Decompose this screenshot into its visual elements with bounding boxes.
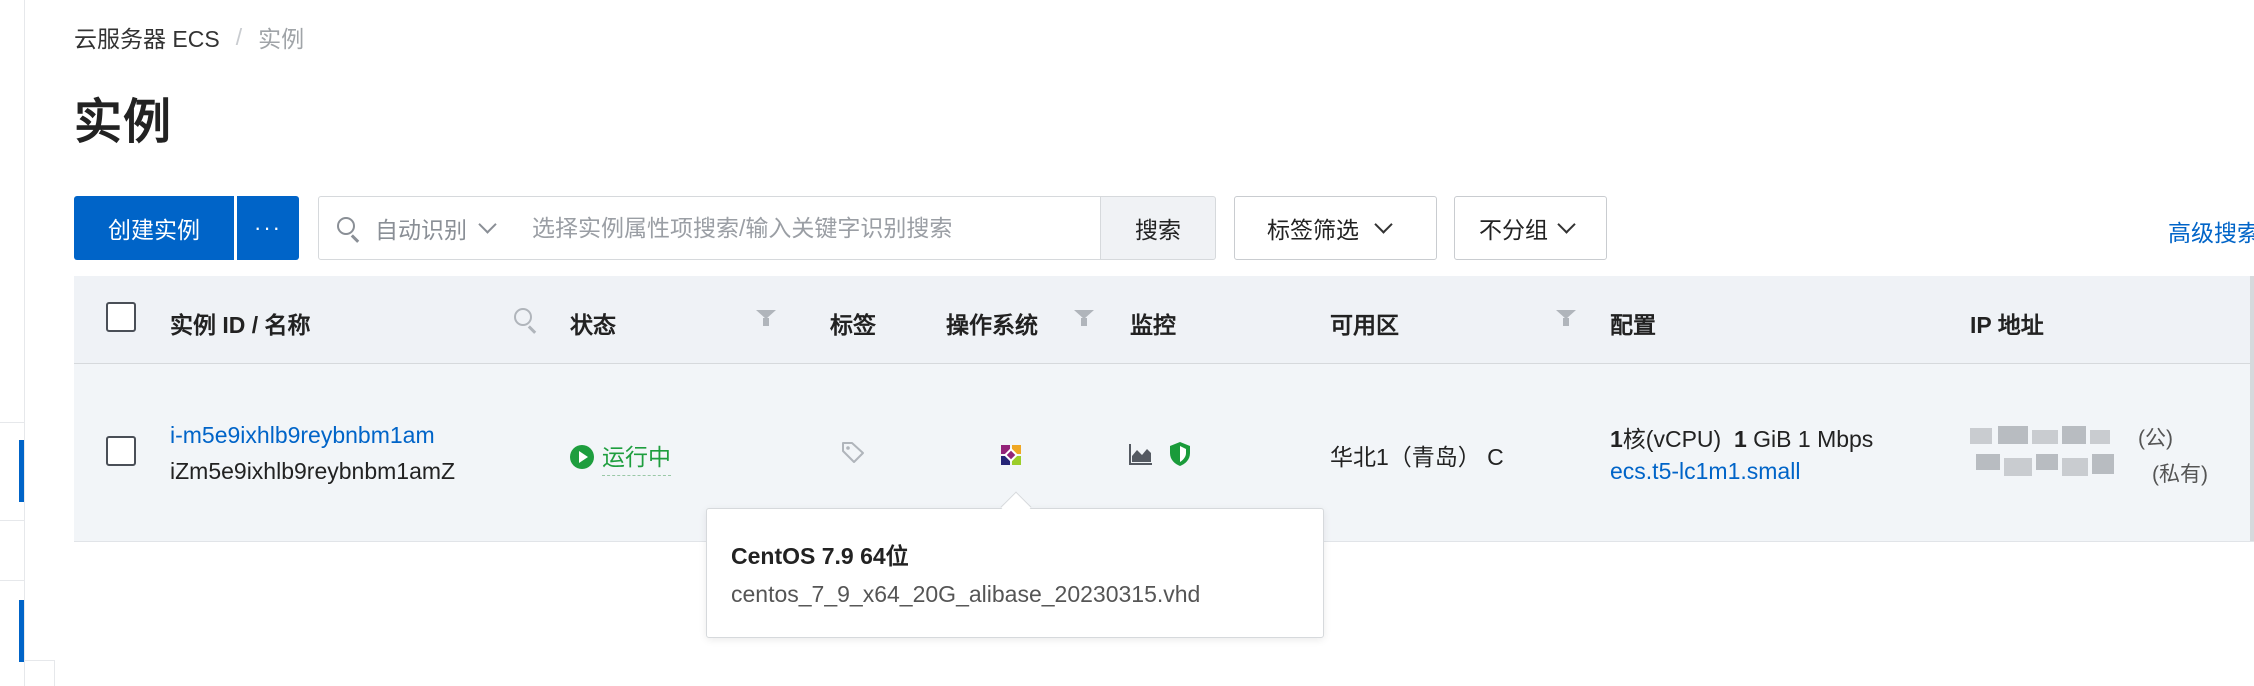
sidebar-divider xyxy=(0,422,25,423)
chevron-down-icon xyxy=(1374,214,1393,234)
filter-icon[interactable] xyxy=(1074,308,1094,328)
group-label: 不分组 xyxy=(1479,217,1548,243)
more-actions-button[interactable]: ··· xyxy=(237,196,299,260)
toolbar: 创建实例 ··· 自动识别 搜索 标签筛选 不分组 高级搜索 xyxy=(74,196,2254,260)
column-ip: IP 地址 xyxy=(1970,312,2044,338)
sidebar-edge xyxy=(0,0,25,686)
search-icon xyxy=(335,215,361,243)
chevron-down-icon xyxy=(478,214,497,234)
sidebar-corner xyxy=(25,660,55,686)
search-icon[interactable] xyxy=(512,306,538,334)
advanced-search-link[interactable]: 高级搜索 xyxy=(2168,214,2254,248)
status-text: 运行中 xyxy=(602,438,671,476)
column-config: 配置 xyxy=(1610,312,1656,338)
table-header: 实例 ID / 名称 状态 标签 操作系统 监控 可用区 配置 IP 地址 xyxy=(74,276,2254,364)
area-chart-icon[interactable] xyxy=(1128,442,1154,466)
instance-name: iZm5e9ixhlb9reybnbm1amZ xyxy=(170,458,456,484)
create-instance-button[interactable]: 创建实例 xyxy=(74,196,234,260)
group-dropdown[interactable]: 不分组 xyxy=(1454,196,1607,260)
instance-id-link[interactable]: i-m5e9ixhlb9reybnbm1am xyxy=(170,422,435,449)
sidebar-divider xyxy=(0,520,25,521)
os-tooltip: CentOS 7.9 64位 centos_7_9_x64_20G_alibas… xyxy=(706,508,1324,638)
ip-public-suffix: (公) xyxy=(2138,427,2173,450)
ip-private-suffix: (私有) xyxy=(2152,463,2208,486)
search-input[interactable] xyxy=(532,214,1072,242)
column-id-name: 实例 ID / 名称 xyxy=(170,312,311,338)
column-os: 操作系统 xyxy=(946,312,1038,338)
breadcrumb-separator: / xyxy=(235,23,243,50)
search-button[interactable]: 搜索 xyxy=(1100,196,1216,260)
cpu-unit: 核(vCPU) xyxy=(1622,426,1722,452)
instance-type-link[interactable]: ecs.t5-lc1m1.small xyxy=(1610,458,1800,485)
search-mode-label: 自动识别 xyxy=(375,217,467,243)
cpu-count: 1 xyxy=(1610,426,1623,452)
config-spec: 1核(vCPU) 1 GiB 1 Mbps xyxy=(1610,420,1873,454)
sidebar-active-indicator xyxy=(19,440,24,502)
running-icon xyxy=(570,445,594,469)
search-mode-select[interactable]: 自动识别 xyxy=(375,211,497,245)
select-all-checkbox[interactable] xyxy=(106,302,136,332)
ip-address-blurred xyxy=(1970,424,2150,486)
breadcrumb-current: 实例 xyxy=(258,26,305,52)
search-box: 自动识别 xyxy=(318,196,1110,260)
scroll-edge xyxy=(2250,364,2254,541)
shield-icon[interactable] xyxy=(1168,440,1192,468)
tag-filter-dropdown[interactable]: 标签筛选 xyxy=(1234,196,1437,260)
breadcrumb-ecs[interactable]: 云服务器 ECS xyxy=(74,20,220,54)
tag-icon[interactable] xyxy=(840,440,866,464)
centos-logo-icon[interactable] xyxy=(996,440,1026,470)
row-checkbox[interactable] xyxy=(106,436,136,466)
status-badge[interactable]: 运行中 xyxy=(570,438,671,476)
sidebar-active-indicator xyxy=(19,600,24,662)
mem-bandwidth: GiB 1 Mbps xyxy=(1753,426,1874,452)
breadcrumb: 云服务器 ECS / 实例 xyxy=(74,20,304,54)
sidebar-divider xyxy=(0,580,25,581)
filter-icon[interactable] xyxy=(756,308,776,328)
column-status: 状态 xyxy=(570,312,616,338)
column-monitor: 监控 xyxy=(1130,312,1176,338)
scroll-edge xyxy=(2250,276,2254,363)
chevron-down-icon xyxy=(1557,214,1576,234)
instance-table: 实例 ID / 名称 状态 标签 操作系统 监控 可用区 配置 IP 地址 i-… xyxy=(74,276,2254,542)
os-tooltip-image: centos_7_9_x64_20G_alibase_20230315.vhd xyxy=(731,581,1201,607)
tag-filter-label: 标签筛选 xyxy=(1267,217,1359,243)
column-zone: 可用区 xyxy=(1330,312,1399,338)
page-title: 实例 xyxy=(74,96,173,149)
zone-text: 华北1（青岛） C xyxy=(1330,444,1504,470)
mem-count: 1 xyxy=(1733,426,1747,452)
filter-icon[interactable] xyxy=(1556,308,1576,328)
column-tags: 标签 xyxy=(830,312,876,338)
os-tooltip-title: CentOS 7.9 64位 xyxy=(731,543,909,569)
